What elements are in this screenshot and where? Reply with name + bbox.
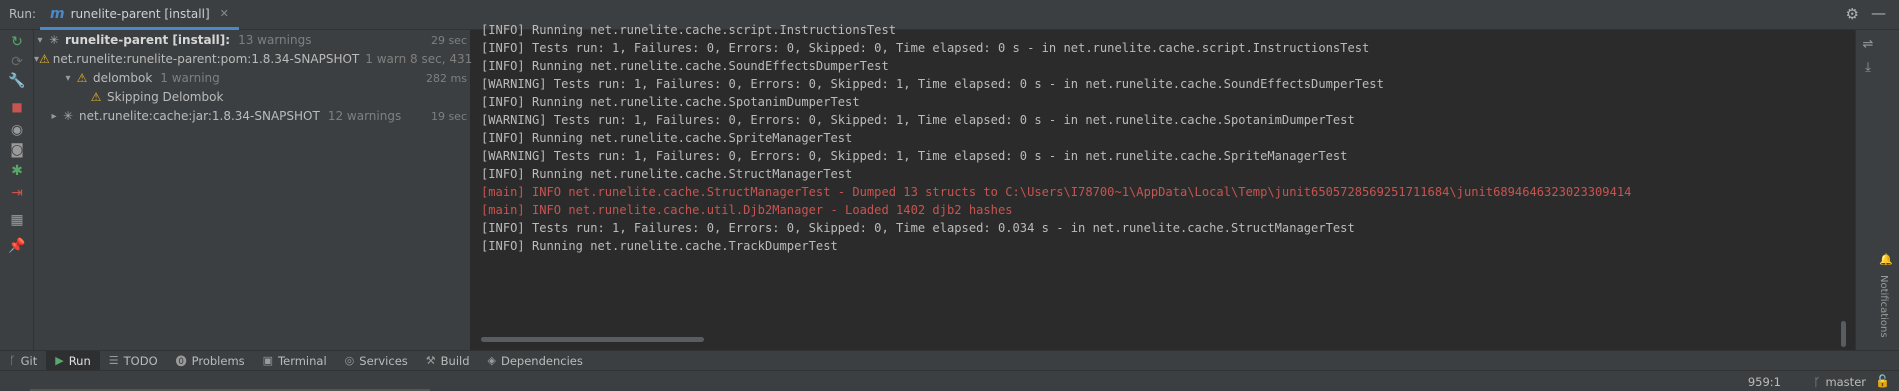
tab-run[interactable]: ▶ Run	[46, 350, 100, 371]
gear-icon[interactable]: ⚙	[1846, 5, 1859, 23]
export-icon[interactable]: ⇥	[0, 185, 34, 201]
tab-runelite-parent-install[interactable]: m runelite-parent [install] ✕	[40, 0, 239, 30]
tree-item-label: Skipping Delombok	[107, 90, 224, 104]
show-icon[interactable]: ◉	[0, 122, 34, 138]
caret-position[interactable]: 959:1	[1748, 375, 1781, 389]
branch-name: master	[1825, 375, 1866, 389]
run-tool-window-header: Run: m runelite-parent [install] ✕ ⚙ —	[0, 0, 1899, 30]
tree-row-delombok[interactable]: ▾ ⚠ delombok 1 warning 282 ms	[34, 68, 471, 88]
scroll-to-end-icon[interactable]: ⤓	[1856, 60, 1880, 75]
left-toolbar: ↻ ⟳ 🔧 ■ ◉ ◙ ✱ ⇥ ▦ 📌	[0, 30, 34, 350]
console-line: [INFO] Running net.runelite.cache.script…	[481, 23, 897, 37]
run-label: Run:	[9, 7, 37, 21]
warning-icon: ⚠	[90, 90, 102, 104]
tree-row-parent-pom[interactable]: ▾ ⚠ net.runelite:runelite-parent:pom:1.8…	[34, 49, 494, 69]
console-line: [WARNING] Tests run: 1, Failures: 0, Err…	[481, 113, 1355, 127]
warning-icon: ⚠	[76, 71, 88, 85]
horizontal-scrollbar[interactable]	[481, 337, 704, 342]
tree-row-root[interactable]: ▾ ✳ runelite-parent [install]: 13 warnin…	[34, 30, 471, 50]
minimize-icon[interactable]: —	[1871, 4, 1886, 22]
spinner-icon: ✳	[62, 109, 74, 123]
build-tree: ▾ ✳ runelite-parent [install]: 13 warnin…	[34, 30, 494, 350]
tab-label: Terminal	[278, 353, 327, 368]
chevron-right-icon[interactable]: ▸	[48, 111, 60, 122]
tree-item-warnings: 1 warning	[160, 71, 220, 85]
tree-item-time: 282 ms	[426, 71, 467, 85]
run-play-icon: ▶	[55, 354, 64, 367]
spinner-icon: ✳	[48, 33, 60, 47]
console-line: [INFO] Tests run: 1, Failures: 0, Errors…	[481, 221, 1355, 235]
pin-icon[interactable]: 📌	[0, 238, 34, 254]
tree-item-label: delombok	[93, 71, 153, 85]
console-line: [WARNING] Tests run: 1, Failures: 0, Err…	[481, 77, 1384, 91]
tree-item-label: net.runelite:runelite-parent:pom:1.8.34-…	[52, 52, 360, 66]
tab-label: TODO	[123, 353, 158, 368]
tab-label: Dependencies	[500, 353, 583, 368]
tab-label: Build	[440, 353, 470, 368]
tree-item-warnings: 13 warnings	[238, 33, 312, 47]
dependencies-icon: ◈	[487, 354, 496, 367]
tree-item-warnings: 12 warnings	[327, 109, 402, 123]
tab-label: Services	[359, 353, 408, 368]
console-line: [INFO] Running net.runelite.cache.SoundE…	[481, 59, 889, 73]
maven-m-icon: m	[50, 5, 65, 22]
console-line: [INFO] Tests run: 1, Failures: 0, Errors…	[481, 41, 1370, 55]
tab-git[interactable]: ᚴ Git	[0, 351, 46, 371]
tab-todo[interactable]: ☰ TODO	[100, 351, 167, 371]
git-branch-widget[interactable]: ᚴ master	[1814, 375, 1866, 389]
settings-wrench-icon[interactable]: 🔧	[0, 73, 34, 89]
tab-services[interactable]: ◎ Services	[336, 351, 417, 371]
status-bar: 959:1 ᚴ master 🔓	[0, 370, 1899, 391]
terminal-icon: ▣	[262, 354, 274, 367]
console-line-error: [main] INFO net.runelite.cache.StructMan…	[481, 185, 1632, 199]
tab-terminal[interactable]: ▣ Terminal	[254, 351, 336, 371]
tree-row-cache-jar[interactable]: ▸ ✳ net.runelite:cache:jar:1.8.34-SNAPSH…	[34, 106, 471, 126]
todo-list-icon: ☰	[108, 354, 119, 367]
build-hammer-icon: ⚒	[425, 354, 436, 367]
git-branch-icon: ᚴ	[9, 354, 16, 367]
tab-label: Git	[20, 353, 38, 368]
tab-dependencies[interactable]: ◈ Dependencies	[479, 351, 592, 371]
tab-label: Problems	[191, 353, 245, 368]
notifications-tab[interactable]: Notifications	[1878, 275, 1889, 338]
git-branch-icon: ᚴ	[1813, 375, 1821, 389]
soft-wrap-icon[interactable]: ⇌	[1856, 37, 1880, 52]
tree-row-skipping-delombok[interactable]: ⚠ Skipping Delombok	[34, 87, 471, 107]
right-toolbar: ⇌ ⤓	[1855, 30, 1899, 350]
console-output[interactable]: [INFO] Running net.runelite.cache.script…	[472, 23, 1855, 350]
lock-icon[interactable]: 🔓	[1875, 374, 1890, 388]
toggle-offline-icon[interactable]: ✱	[0, 163, 34, 179]
camera-icon[interactable]: ◙	[0, 142, 34, 158]
stop-rerun-icon[interactable]: ⟳	[0, 54, 34, 70]
chevron-down-icon[interactable]: ▾	[62, 73, 74, 84]
problems-icon: ⓿	[175, 354, 187, 368]
bell-icon[interactable]: 🔔	[1879, 253, 1893, 266]
chevron-down-icon[interactable]: ▾	[34, 35, 46, 46]
console-line: [INFO] Running net.runelite.cache.Spotan…	[481, 95, 860, 109]
console-line: [WARNING] Tests run: 1, Failures: 0, Err…	[481, 149, 1348, 163]
close-tab-icon[interactable]: ✕	[220, 7, 229, 20]
tool-window-tabs: ᚴ Git ▶ Run ☰ TODO ⓿ Problems ▣ Terminal…	[0, 350, 1899, 371]
console-line: [INFO] Running net.runelite.cache.TrackD…	[481, 239, 838, 253]
console-line: [INFO] Running net.runelite.cache.Sprite…	[481, 131, 853, 145]
stop-icon[interactable]: ■	[0, 100, 34, 114]
services-icon: ◎	[344, 354, 355, 367]
vertical-scrollbar[interactable]	[1841, 321, 1846, 347]
warning-icon: ⚠	[39, 52, 50, 66]
rerun-icon[interactable]: ↻	[0, 34, 34, 50]
console-line: [INFO] Running net.runelite.cache.Struct…	[481, 167, 853, 181]
tab-label: runelite-parent [install]	[70, 6, 210, 21]
tree-item-time: 19 sec	[430, 109, 467, 123]
tree-item-label: runelite-parent [install]:	[65, 33, 231, 47]
tab-label: Run	[68, 353, 91, 368]
tab-build[interactable]: ⚒ Build	[417, 351, 479, 371]
tab-problems[interactable]: ⓿ Problems	[167, 351, 254, 371]
console-line-error: [main] INFO net.runelite.cache.util.Djb2…	[481, 203, 1013, 217]
tree-item-label: net.runelite:cache:jar:1.8.34-SNAPSHOT	[79, 109, 320, 123]
layout-icon[interactable]: ▦	[0, 212, 34, 228]
tree-item-time: 29 sec	[430, 33, 467, 47]
